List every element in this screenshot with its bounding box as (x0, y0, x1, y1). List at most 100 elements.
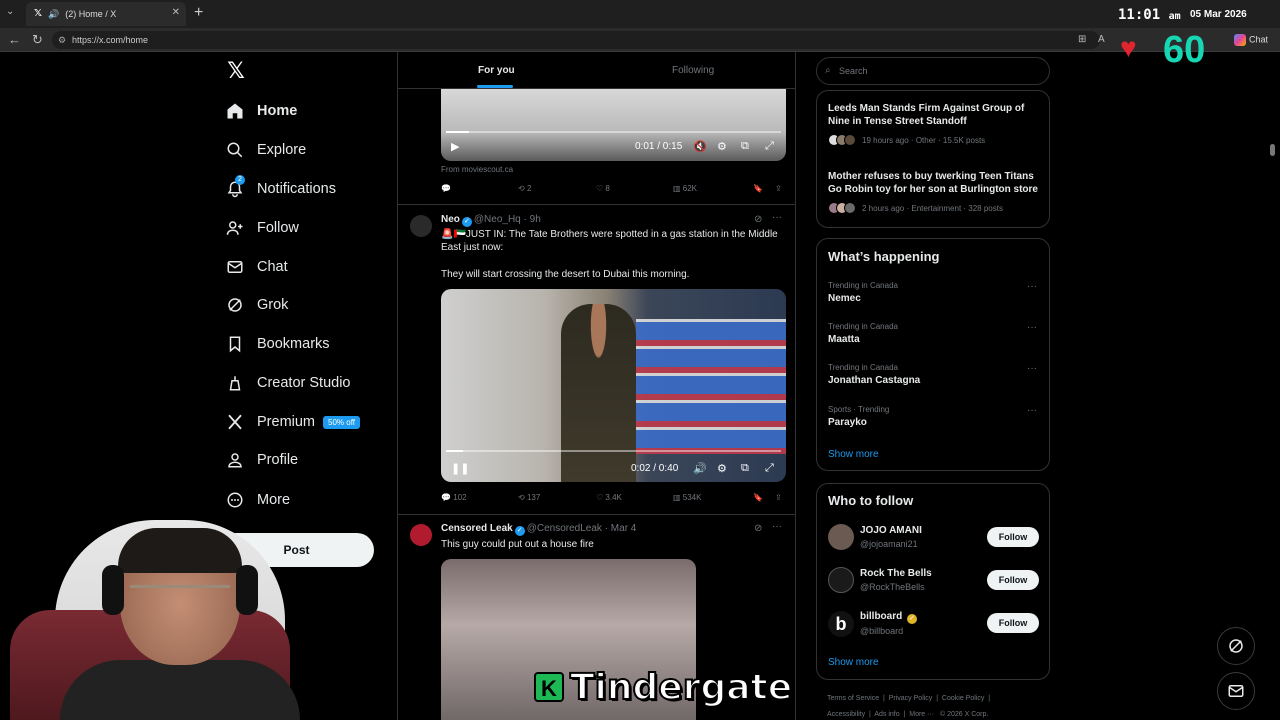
footer-link[interactable]: Ads info (874, 711, 899, 718)
new-tab-button[interactable]: + (194, 5, 203, 21)
settings-icon[interactable]: ⚙ (717, 462, 727, 475)
views-button[interactable]: ▥ 62K (673, 184, 697, 193)
pause-icon[interactable]: ❚❚ (451, 462, 469, 475)
trend-name[interactable]: Nemec (828, 293, 861, 304)
site-info-icon[interactable]: ⚙ (58, 31, 66, 49)
post-age[interactable]: · 9h (524, 214, 541, 225)
reply-icon[interactable]: 💬 (441, 184, 451, 193)
suggested-user-handle[interactable]: @billboard (860, 626, 903, 636)
back-icon[interactable]: ← (8, 32, 21, 48)
bookmark-icon[interactable]: 🔖 (753, 184, 763, 193)
like-button[interactable]: ♡ 3.4K (596, 493, 622, 502)
nav-premium[interactable]: Premium 50% off (225, 409, 360, 435)
more-options-icon[interactable]: ··· (1027, 363, 1037, 374)
author-name[interactable]: Censored Leak (441, 523, 513, 534)
avatar[interactable]: b (828, 611, 854, 637)
video-progress-bar[interactable] (446, 450, 781, 452)
repost-button[interactable]: ⟲ 2 (518, 184, 531, 193)
footer-link[interactable]: Cookie Policy (942, 695, 984, 702)
author-name[interactable]: Neo (441, 214, 460, 225)
footer-link[interactable]: More ··· (909, 711, 934, 718)
media-source[interactable]: From moviescout.ca (441, 165, 513, 174)
suggested-user-name[interactable]: JOJO AMANI (860, 525, 922, 536)
share-icon[interactable]: ⇪ (775, 184, 782, 193)
browser-tab[interactable]: 𝕏 🔊 (2) Home / X ✕ (26, 2, 186, 26)
speaker-icon[interactable]: 🔊 (48, 9, 59, 20)
volume-icon[interactable]: 🔊 (693, 462, 707, 475)
author-handle[interactable]: @CensoredLeak (527, 523, 602, 534)
follow-button[interactable]: Follow (987, 613, 1039, 633)
nav-home[interactable]: Home (225, 98, 297, 124)
share-icon[interactable]: ⇪ (775, 493, 782, 502)
suggested-user-handle[interactable]: @RockTheBells (860, 582, 925, 592)
like-button[interactable]: ♡ 8 (596, 184, 610, 193)
nav-explore[interactable]: Explore (225, 137, 306, 163)
follow-button[interactable]: Follow (987, 527, 1039, 547)
suggested-user-name[interactable]: Rock The Bells (860, 568, 932, 579)
more-options-icon[interactable]: ··· (1027, 281, 1037, 292)
settings-icon[interactable]: ⚙ (717, 140, 727, 153)
suggested-user-handle[interactable]: @jojoamani21 (860, 539, 918, 549)
avatar[interactable] (828, 567, 854, 593)
scrollbar-thumb[interactable] (1270, 144, 1275, 156)
nav-creator-studio[interactable]: Creator Studio (225, 370, 351, 396)
post-age[interactable]: · Mar 4 (605, 523, 637, 534)
apps-icon[interactable]: ⊞ (1078, 34, 1086, 45)
more-options-icon[interactable]: ··· (772, 521, 782, 532)
pip-icon[interactable]: ⧉ (741, 462, 749, 475)
nav-grok[interactable]: Grok (225, 292, 288, 318)
more-options-icon[interactable]: ··· (772, 212, 782, 223)
avatar[interactable] (410, 215, 432, 237)
show-more-link[interactable]: Show more (828, 657, 879, 668)
pip-icon[interactable]: ⧉ (741, 140, 749, 153)
post2-video[interactable]: ❚❚ 0:02 / 0:40 🔊 ⚙ ⧉ ⤢ (441, 289, 786, 482)
follow-button[interactable]: Follow (987, 570, 1039, 590)
video-progress-bar[interactable] (446, 131, 781, 133)
avatar[interactable] (828, 524, 854, 550)
grok-icon[interactable]: ⊘ (754, 523, 762, 534)
trend-name[interactable]: Jonathan Castagna (828, 375, 920, 386)
author-handle[interactable]: @Neo_Hq (474, 214, 521, 225)
url-field[interactable]: ⚙ https://x.com/home (52, 31, 1100, 49)
messages-float-button[interactable] (1217, 672, 1255, 710)
nav-bookmarks[interactable]: Bookmarks (225, 331, 330, 357)
footer-link[interactable]: Accessibility (827, 711, 865, 718)
trend-name[interactable]: Maatta (828, 334, 860, 345)
tab-following[interactable]: Following (672, 65, 714, 76)
nav-chat[interactable]: Chat (225, 254, 288, 280)
reply-button[interactable]: 💬 102 (441, 493, 467, 502)
nav-notifications[interactable]: 2 Notifications (225, 175, 336, 202)
bookmark-icon[interactable]: 🔖 (753, 493, 763, 502)
grok-float-button[interactable] (1217, 627, 1255, 665)
news-title[interactable]: Leeds Man Stands Firm Against Group of N… (828, 102, 1043, 128)
browser-chat-button[interactable]: Chat (1234, 34, 1268, 46)
fullscreen-icon[interactable]: ⤢ (765, 140, 774, 153)
more-options-icon[interactable]: ··· (1027, 322, 1037, 333)
fullscreen-icon[interactable]: ⤢ (765, 462, 774, 475)
x-logo-icon[interactable]: 𝕏 (225, 60, 247, 82)
search-input[interactable]: ⌕ Search (816, 57, 1050, 85)
repost-button[interactable]: ⟲ 137 (518, 493, 540, 502)
footer-link[interactable]: Terms of Service (827, 695, 879, 702)
scrollbar[interactable] (1268, 52, 1276, 720)
more-options-icon[interactable]: ··· (1027, 405, 1037, 416)
grok-icon[interactable]: ⊘ (754, 214, 762, 225)
trend-name[interactable]: Parayko (828, 417, 867, 428)
views-button[interactable]: ▥ 534K (673, 493, 701, 502)
play-icon[interactable]: ▶ (451, 140, 459, 153)
footer-link[interactable]: Privacy Policy (889, 695, 933, 702)
tab-for-you[interactable]: For you (478, 65, 515, 76)
headphone-right (236, 565, 258, 615)
avatar[interactable] (410, 524, 432, 546)
suggested-user-name[interactable]: billboard ✓ (860, 611, 919, 624)
tab-list-chevron-icon[interactable]: ⌄ (6, 6, 14, 17)
reload-icon[interactable]: ↻ (32, 32, 43, 48)
close-tab-icon[interactable]: ✕ (172, 7, 180, 18)
nav-follow[interactable]: Follow (225, 215, 299, 241)
read-aloud-icon[interactable]: A (1098, 34, 1105, 45)
news-title[interactable]: Mother refuses to buy twerking Teen Tita… (828, 170, 1043, 196)
volume-icon[interactable]: 🔇 (693, 140, 707, 153)
show-more-link[interactable]: Show more (828, 449, 879, 460)
post1-video[interactable]: ▶ 0:01 / 0:15 🔇 ⚙ ⧉ ⤢ (441, 89, 786, 161)
nav-profile[interactable]: Profile (225, 447, 298, 473)
